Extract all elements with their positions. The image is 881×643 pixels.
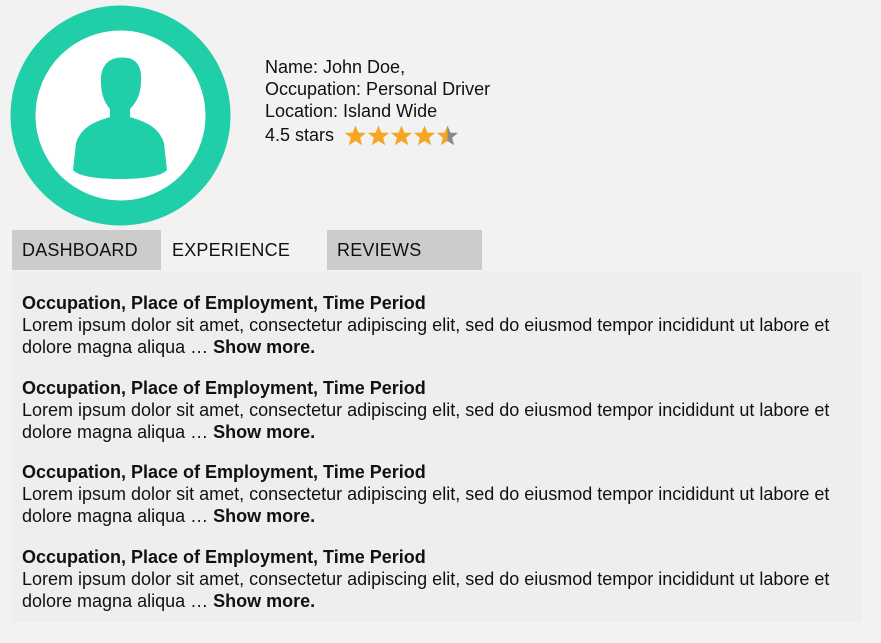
experience-text: Lorem ipsum dolor sit amet, consectetur … [22, 315, 830, 357]
tab-experience[interactable]: EXPERIENCE [162, 230, 327, 270]
show-more-link[interactable]: Show more. [213, 337, 315, 357]
experience-description: Lorem ipsum dolor sit amet, consectetur … [22, 314, 842, 358]
tab-reviews[interactable]: REVIEWS [327, 230, 482, 270]
star-full-icon [390, 125, 413, 146]
experience-title: Occupation, Place of Employment, Time Pe… [22, 293, 426, 313]
experience-description: Lorem ipsum dolor sit amet, consectetur … [22, 483, 842, 527]
tab-dashboard[interactable]: DASHBOARD [12, 230, 161, 270]
star-full-icon [367, 125, 390, 146]
profile-info: Name: John Doe, Occupation: Personal Dri… [265, 56, 490, 147]
experience-description: Lorem ipsum dolor sit amet, consectetur … [22, 399, 842, 443]
profile-rating: 4.5 stars [265, 122, 490, 147]
star-full-icon [344, 125, 367, 146]
experience-entry: Occupation, Place of Employment, Time Pe… [22, 377, 842, 443]
star-rating [344, 124, 459, 147]
star-half-icon [436, 125, 459, 146]
show-more-link[interactable]: Show more. [213, 422, 315, 442]
experience-title: Occupation, Place of Employment, Time Pe… [22, 378, 426, 398]
show-more-link[interactable]: Show more. [213, 591, 315, 611]
experience-panel: Occupation, Place of Employment, Time Pe… [12, 271, 862, 622]
experience-entry: Occupation, Place of Employment, Time Pe… [22, 461, 842, 527]
experience-entry: Occupation, Place of Employment, Time Pe… [22, 292, 842, 358]
experience-text: Lorem ipsum dolor sit amet, consectetur … [22, 484, 830, 526]
avatar [10, 5, 231, 226]
experience-text: Lorem ipsum dolor sit amet, consectetur … [22, 569, 830, 611]
experience-text: Lorem ipsum dolor sit amet, consectetur … [22, 400, 830, 442]
rating-text: 4.5 stars [265, 124, 335, 145]
profile-location: Location: Island Wide [265, 101, 438, 121]
profile-page: Name: John Doe, Occupation: Personal Dri… [0, 0, 881, 643]
profile-name: Name: John Doe, [265, 57, 406, 77]
tab-bar: DASHBOARD EXPERIENCE REVIEWS [12, 230, 482, 270]
experience-entry: Occupation, Place of Employment, Time Pe… [22, 546, 842, 612]
experience-title: Occupation, Place of Employment, Time Pe… [22, 462, 426, 482]
experience-description: Lorem ipsum dolor sit amet, consectetur … [22, 568, 842, 612]
show-more-link[interactable]: Show more. [213, 506, 315, 526]
profile-occupation: Occupation: Personal Driver [265, 79, 491, 99]
experience-title: Occupation, Place of Employment, Time Pe… [22, 547, 426, 567]
user-icon [10, 5, 231, 226]
star-full-icon [413, 125, 436, 146]
